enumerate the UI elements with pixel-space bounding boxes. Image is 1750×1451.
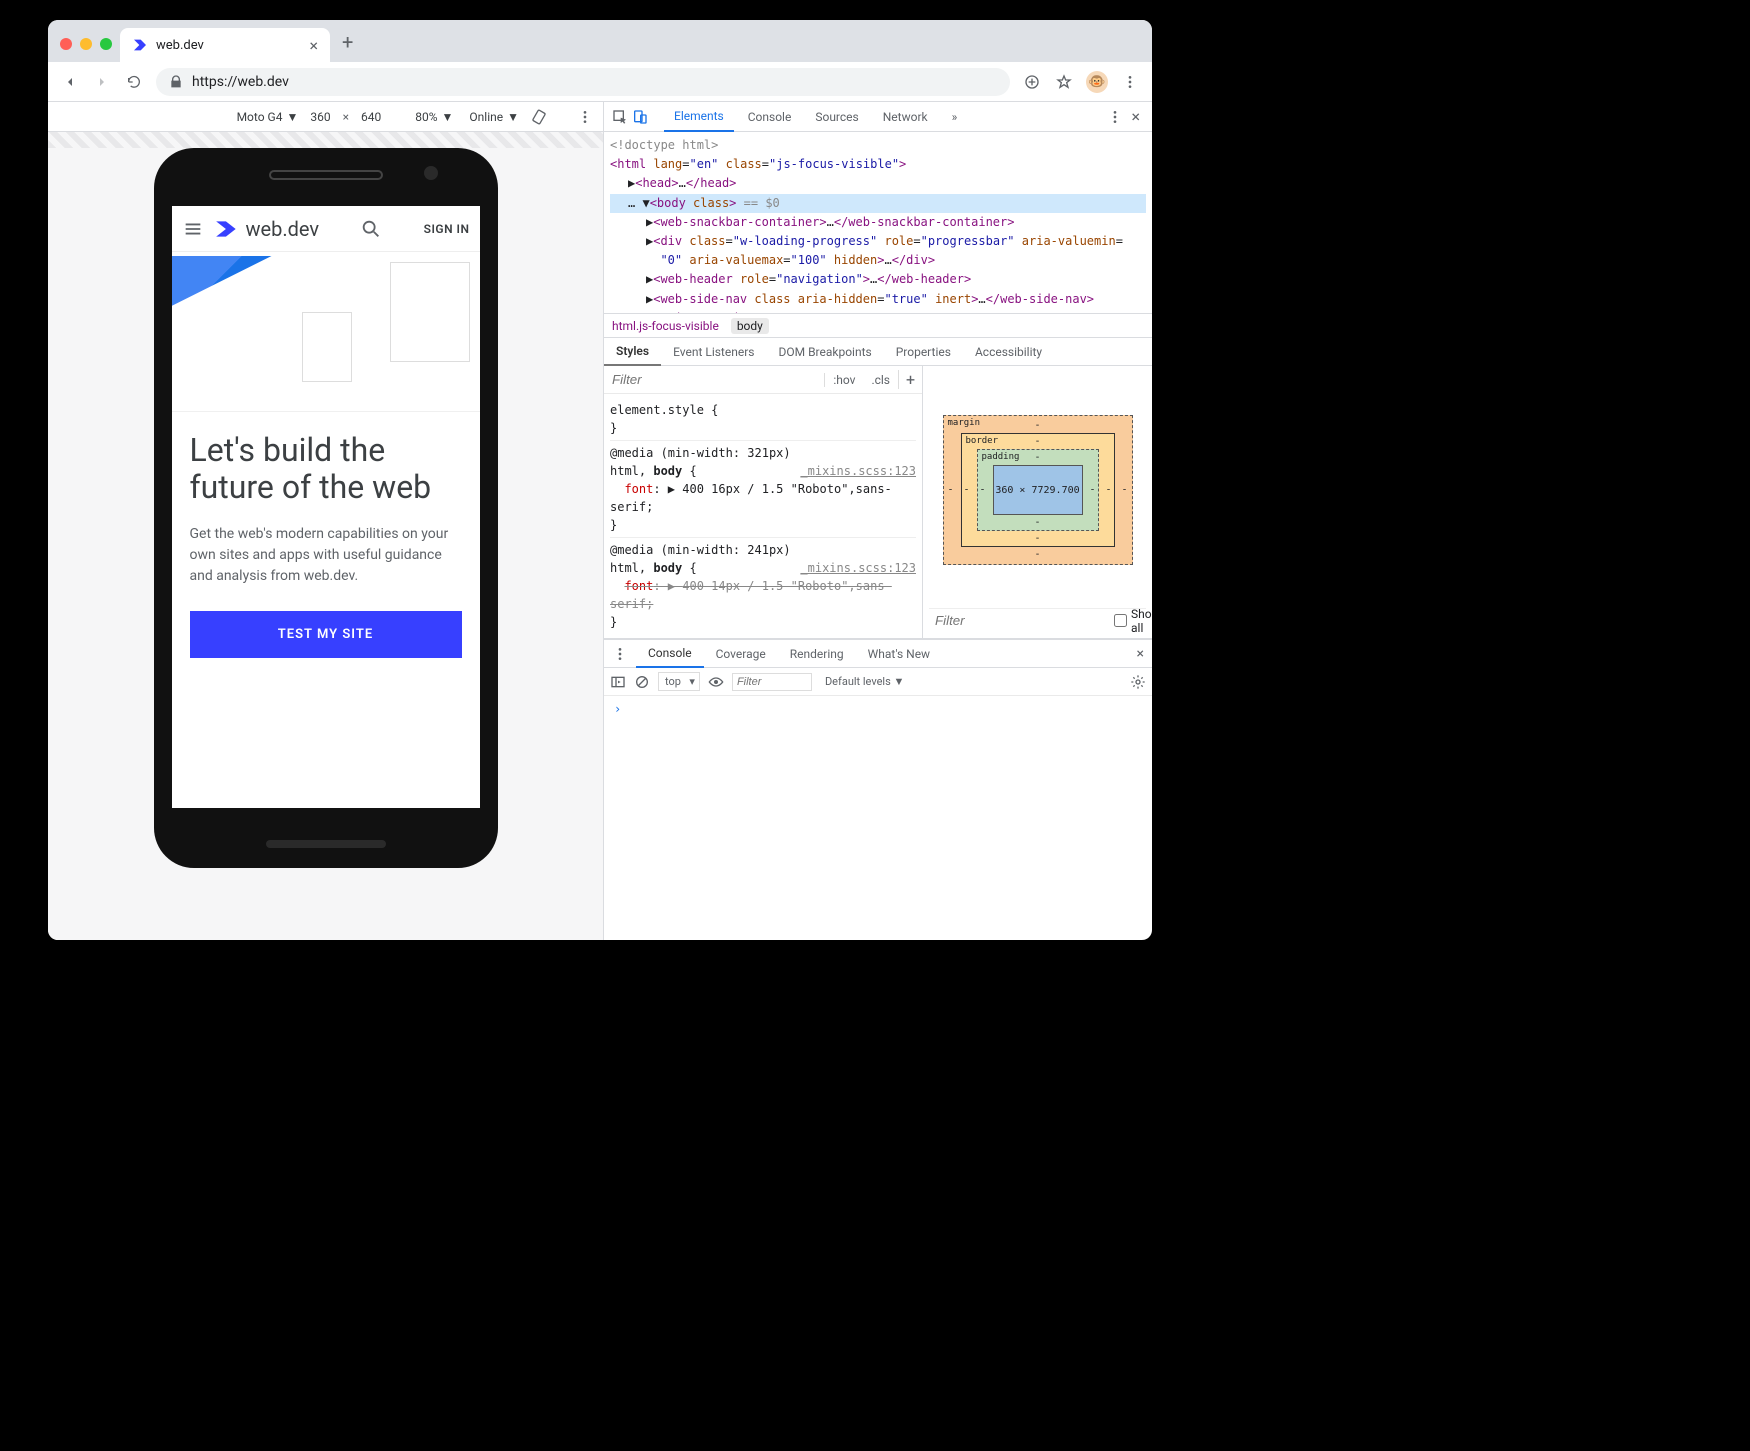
zoom-window-icon[interactable] — [100, 38, 112, 50]
hero-subcopy: Get the web's modern capabilities on you… — [190, 524, 462, 587]
log-levels-select[interactable]: Default levels ▼ — [820, 672, 909, 691]
box-model-diagram[interactable]: margin - - - - border - - - - padding — [943, 415, 1133, 565]
styles-tab-dombreakpoints[interactable]: DOM Breakpoints — [766, 338, 883, 366]
tab-close-icon[interactable]: × — [309, 36, 318, 55]
device-select[interactable]: Moto G4 ▼ — [233, 108, 303, 126]
device-mode-icon[interactable] — [632, 109, 648, 125]
close-window-icon[interactable] — [60, 38, 72, 50]
reload-button[interactable] — [124, 72, 144, 92]
dom-tree[interactable]: <!doctype html> <html lang="en" class="j… — [604, 132, 1152, 314]
hamburger-icon[interactable] — [182, 218, 204, 240]
drawer-close-icon[interactable]: × — [1129, 646, 1152, 662]
site-brand[interactable]: web.dev — [214, 216, 320, 242]
traffic-lights — [56, 38, 120, 62]
forward-button[interactable] — [92, 72, 112, 92]
device-toolbar: Moto G4 ▼ 360 × 640 80% ▼ Online ▼ — [48, 102, 603, 132]
tab-title: web.dev — [156, 38, 204, 53]
styles-tab-eventlisteners[interactable]: Event Listeners — [661, 338, 766, 366]
back-button[interactable] — [60, 72, 80, 92]
css-rules[interactable]: element.style {} @media (min-width: 321p… — [604, 394, 922, 638]
styles-tabstrip: Styles Event Listeners DOM Breakpoints P… — [604, 338, 1152, 366]
computed-filter-input[interactable] — [935, 613, 1114, 628]
console-clear-icon[interactable] — [634, 674, 650, 690]
device-viewport: web.dev SIGN IN Let's build the future o… — [48, 132, 603, 940]
bookmark-icon[interactable] — [1054, 72, 1074, 92]
throttle-select[interactable]: Online ▼ — [465, 108, 523, 126]
drawer-menu-icon[interactable] — [604, 646, 636, 662]
hero-illustration — [172, 252, 480, 412]
device-height[interactable]: 640 — [361, 110, 381, 124]
test-site-button[interactable]: TEST MY SITE — [190, 611, 462, 658]
styles-filter-bar: :hov .cls + — [604, 366, 922, 394]
cls-toggle[interactable]: .cls — [863, 373, 898, 387]
console-filter-input[interactable] — [732, 673, 812, 691]
panel-tab-sources[interactable]: Sources — [805, 102, 868, 132]
styles-tab-styles[interactable]: Styles — [604, 338, 661, 366]
hero-headline: Let's build the future of the web — [190, 432, 462, 506]
address-bar[interactable]: https://web.dev — [156, 68, 1010, 96]
dimension-x: × — [339, 110, 353, 124]
console-prompt: › — [614, 702, 621, 716]
titlebar: web.dev × + — [48, 20, 1152, 62]
breadcrumb-item[interactable]: body — [731, 318, 769, 334]
hov-toggle[interactable]: :hov — [825, 373, 863, 387]
panel-tab-elements[interactable]: Elements — [664, 102, 734, 132]
console-sidebar-icon[interactable] — [610, 674, 626, 690]
drawer-tab-console[interactable]: Console — [636, 640, 704, 668]
panel-tab-network[interactable]: Network — [873, 102, 938, 132]
console-context-select[interactable]: top▾ — [658, 672, 700, 691]
devtools-close-icon[interactable]: × — [1127, 107, 1144, 126]
devtools-panel: Elements Console Sources Network » × <!d… — [604, 102, 1152, 940]
sign-in-link[interactable]: SIGN IN — [424, 222, 470, 236]
live-expression-icon[interactable] — [708, 674, 724, 690]
console-body[interactable]: › — [604, 696, 1152, 940]
rotate-icon[interactable] — [531, 109, 547, 125]
device-preview-pane: Moto G4 ▼ 360 × 640 80% ▼ Online ▼ — [48, 102, 604, 940]
device-width[interactable]: 360 — [310, 110, 330, 124]
styles-tab-accessibility[interactable]: Accessibility — [963, 338, 1054, 366]
console-settings-icon[interactable] — [1130, 674, 1146, 690]
site-header: web.dev SIGN IN — [172, 206, 480, 252]
dom-selected-node[interactable]: … ▼<body class> == $0 — [610, 194, 1146, 213]
favicon-icon — [132, 37, 148, 53]
url-text: https://web.dev — [192, 74, 289, 90]
phone-frame: web.dev SIGN IN Let's build the future o… — [154, 148, 498, 868]
dom-doctype: <!doctype html> — [610, 136, 1146, 155]
lock-icon — [168, 74, 184, 90]
minimize-window-icon[interactable] — [80, 38, 92, 50]
styles-tab-properties[interactable]: Properties — [884, 338, 963, 366]
breadcrumb-item[interactable]: html.js-focus-visible — [612, 319, 719, 333]
browser-tab[interactable]: web.dev × — [120, 28, 330, 62]
profile-avatar[interactable]: 🐵 — [1086, 71, 1108, 93]
styles-filter-input[interactable] — [604, 366, 824, 393]
phone-screen: web.dev SIGN IN Let's build the future o… — [172, 206, 480, 808]
panel-tab-more[interactable]: » — [942, 102, 968, 132]
dom-breadcrumb[interactable]: html.js-focus-visible body — [604, 314, 1152, 338]
box-model-content: 360 × 7729.700 — [993, 465, 1083, 515]
toolbar: https://web.dev 🐵 — [48, 62, 1152, 102]
console-toolbar: top▾ Default levels ▼ — [604, 668, 1152, 696]
show-all-toggle[interactable]: Show all — [1114, 607, 1152, 635]
devtools-drawer: Console Coverage Rendering What's New × … — [604, 639, 1152, 940]
install-app-icon[interactable] — [1022, 72, 1042, 92]
device-menu-icon[interactable] — [577, 109, 593, 125]
drawer-tab-rendering[interactable]: Rendering — [778, 640, 856, 668]
new-tab-button[interactable]: + — [330, 30, 363, 62]
panel-tab-console[interactable]: Console — [738, 102, 802, 132]
devtools-tabstrip: Elements Console Sources Network » × — [604, 102, 1152, 132]
hero-section: Let's build the future of the web Get th… — [172, 412, 480, 678]
chrome-menu-icon[interactable] — [1120, 72, 1140, 92]
inspect-icon[interactable] — [612, 109, 628, 125]
drawer-tab-whatsnew[interactable]: What's New — [856, 640, 942, 668]
browser-window: web.dev × + https://web.dev 🐵 Moto G4 ▼ … — [48, 20, 1152, 940]
new-style-rule-icon[interactable]: + — [898, 370, 922, 389]
devtools-menu-icon[interactable] — [1107, 109, 1123, 125]
drawer-tab-coverage[interactable]: Coverage — [704, 640, 778, 668]
search-icon[interactable] — [360, 218, 382, 240]
zoom-select[interactable]: 80% ▼ — [411, 108, 457, 126]
